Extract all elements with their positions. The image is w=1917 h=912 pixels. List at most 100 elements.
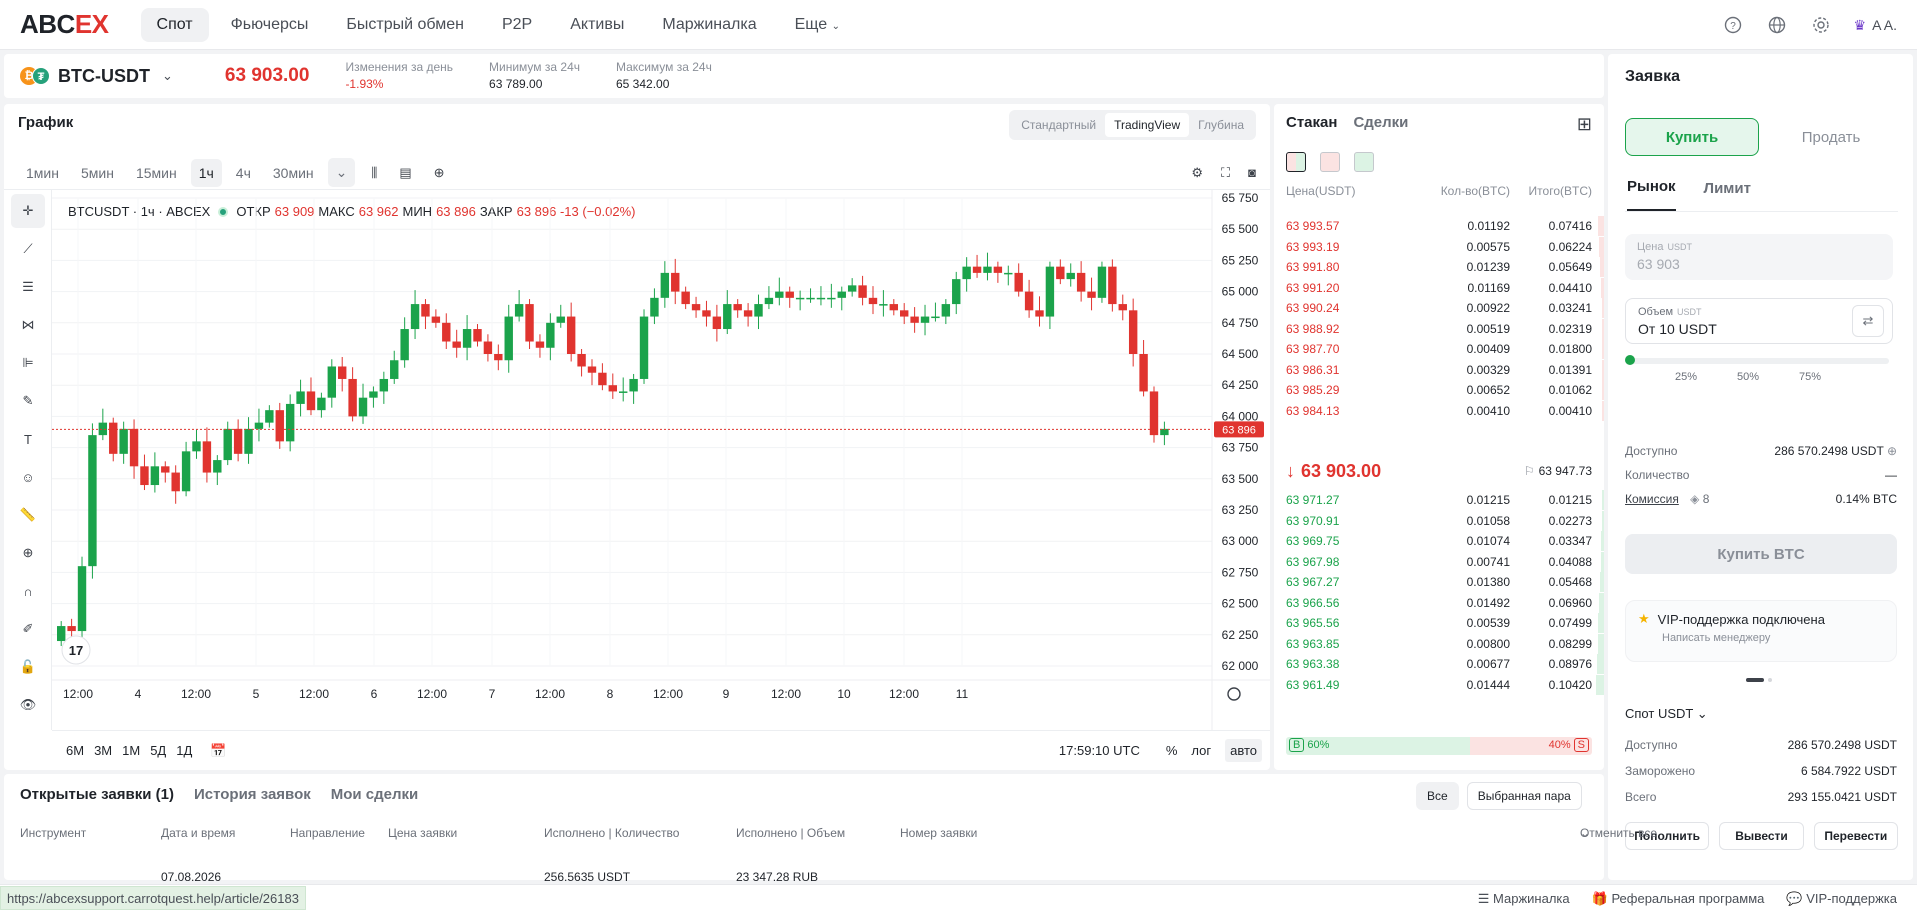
view-asks-icon[interactable] — [1320, 152, 1340, 172]
view-both-icon[interactable] — [1286, 152, 1306, 172]
lock-drawing-icon[interactable]: ✐ — [11, 612, 45, 646]
range-6m[interactable]: 6M — [66, 743, 84, 758]
ask-row[interactable]: 63 988.92 0.00519 0.02319 — [1286, 318, 1604, 339]
goto-date-icon[interactable]: 📅 — [210, 743, 226, 759]
footer-referral-link[interactable]: 🎁 Реферальная программа — [1592, 891, 1765, 907]
withdraw-button[interactable]: Вывести — [1719, 822, 1804, 850]
ask-row[interactable]: 63 986.31 0.00329 0.01391 — [1286, 359, 1604, 380]
tab-trades[interactable]: Сделки — [1353, 114, 1408, 131]
crosshair-icon[interactable]: ✛ — [11, 194, 45, 228]
help-icon[interactable]: ? — [1722, 14, 1744, 36]
tf-5m[interactable]: 5мин — [73, 159, 122, 187]
percent-toggle[interactable]: % — [1166, 743, 1178, 758]
ask-row[interactable]: 63 991.80 0.01239 0.05649 — [1286, 257, 1604, 277]
filter-all[interactable]: Все — [1416, 782, 1459, 810]
add-circle-icon[interactable]: ⊕ — [1887, 444, 1897, 458]
tab-standard[interactable]: Стандартный — [1012, 113, 1105, 137]
buy-tab[interactable]: Купить — [1625, 118, 1759, 156]
magnet-icon[interactable]: ∩ — [11, 574, 45, 608]
amount-slider[interactable]: 25% 50% 75% — [1625, 354, 1893, 384]
bid-row[interactable]: 63 970.91 0.01058 0.02273 — [1286, 510, 1604, 531]
nav-more[interactable]: Еще ⌄ — [779, 8, 856, 42]
price-chart[interactable]: 65 750 65 500 65 250 65 000 64 750 64 500 64 2… — [52, 190, 1270, 730]
tf-1m[interactable]: 1мин — [18, 159, 67, 187]
zoom-in-icon[interactable]: ⊕ — [11, 536, 45, 570]
carousel-dot-active[interactable] — [1746, 678, 1764, 682]
brush-icon[interactable]: ✎ — [11, 384, 45, 418]
tab-depth[interactable]: Глубина — [1189, 113, 1253, 137]
account-selector[interactable]: Спот USDT ⌄ — [1625, 706, 1708, 722]
swap-units-icon[interactable]: ⇄ — [1852, 305, 1884, 337]
nav-futures[interactable]: Фьючерсы — [215, 8, 325, 42]
brand-logo[interactable]: ABCEX — [20, 9, 109, 40]
user-menu[interactable]: ♛ A A. — [1854, 17, 1897, 34]
candle-type-icon[interactable]: ⫼ — [371, 165, 377, 181]
settings-gear-icon[interactable] — [1810, 14, 1832, 36]
nav-margin[interactable]: Маржиналка — [646, 8, 772, 42]
ask-row[interactable]: 63 985.29 0.00652 0.01062 — [1286, 380, 1604, 400]
nav-p2p[interactable]: P2P — [486, 8, 548, 42]
bid-row[interactable]: 63 963.85 0.00800 0.08299 — [1286, 633, 1604, 654]
lock-icon[interactable]: 🔓 — [11, 650, 45, 684]
auto-toggle[interactable]: авто — [1225, 739, 1262, 762]
utc-clock[interactable]: 17:59:10 UTC — [1059, 743, 1140, 758]
tf-15m[interactable]: 15мин — [128, 159, 185, 187]
bid-row[interactable]: 63 967.27 0.01380 0.05468 — [1286, 572, 1604, 592]
bid-row[interactable]: 63 966.56 0.01492 0.06960 — [1286, 592, 1604, 613]
fee-link[interactable]: Комиссия — [1625, 492, 1679, 506]
vip-card[interactable]: ★ VIP-поддержка подключена Написать менед… — [1625, 600, 1897, 662]
ask-row[interactable]: 63 991.20 0.01169 0.04410 — [1286, 277, 1604, 298]
cancel-all-button[interactable]: Отменить все ⌄ — [1580, 826, 1657, 840]
log-toggle[interactable]: лог — [1191, 743, 1211, 758]
bid-row[interactable]: 63 963.38 0.00677 0.08976 — [1286, 654, 1604, 674]
slider-knob[interactable] — [1625, 355, 1635, 365]
tab-limit[interactable]: Лимит — [1704, 180, 1751, 211]
transfer-button[interactable]: Перевести — [1813, 822, 1898, 850]
chart-settings-icon[interactable]: ⚙ — [1191, 165, 1203, 181]
text-tool-icon[interactable]: T — [11, 422, 45, 456]
carousel-dot[interactable] — [1768, 678, 1772, 682]
fullscreen-icon[interactable]: ⛶ — [1221, 165, 1230, 181]
pair-selector[interactable]: BTC-USDT — [58, 66, 150, 87]
view-bids-icon[interactable] — [1354, 152, 1374, 172]
bid-row[interactable]: 63 965.56 0.00539 0.07499 — [1286, 613, 1604, 633]
add-compare-icon[interactable]: ⊕ — [434, 165, 445, 181]
tf-4h[interactable]: 4ч — [228, 159, 259, 187]
projection-icon[interactable]: ⊫ — [11, 346, 45, 380]
nav-spot[interactable]: Спот — [140, 7, 209, 42]
bid-row[interactable]: 63 961.49 0.01444 0.10420 — [1286, 674, 1604, 695]
ask-row[interactable]: 63 993.57 0.01192 0.07416 — [1286, 216, 1604, 236]
layout-grid-icon[interactable]: ⊞ — [1577, 114, 1592, 135]
tf-30m[interactable]: 30мин — [265, 159, 322, 187]
pattern-icon[interactable]: ⋈ — [11, 308, 45, 342]
bid-row[interactable]: 63 971.27 0.01215 0.01215 — [1286, 490, 1604, 510]
buy-btc-button[interactable]: Купить BTC — [1625, 534, 1897, 574]
ask-row[interactable]: 63 990.24 0.00922 0.03241 — [1286, 298, 1604, 318]
tab-orderbook[interactable]: Стакан — [1286, 114, 1337, 131]
sell-tab[interactable]: Продать — [1764, 118, 1898, 156]
ask-row[interactable]: 63 984.13 0.00410 0.00410 — [1286, 400, 1604, 421]
ruler-icon[interactable]: 📏 — [11, 498, 45, 532]
ask-row[interactable]: 63 987.70 0.00409 0.01800 — [1286, 339, 1604, 359]
timeframe-dropdown-icon[interactable]: ⌄ — [327, 158, 356, 187]
range-1m[interactable]: 1M — [122, 743, 140, 758]
fib-lines-icon[interactable]: ☰ — [11, 270, 45, 304]
footer-margin-link[interactable]: ☰ Маржиналка — [1478, 891, 1570, 907]
tab-order-history[interactable]: История заявок — [194, 786, 311, 803]
tab-tradingview[interactable]: TradingView — [1105, 113, 1190, 137]
eye-icon[interactable]: 👁 — [11, 688, 45, 722]
nav-assets[interactable]: Активы — [554, 8, 640, 42]
filter-selected-pair[interactable]: Выбранная пара — [1466, 782, 1582, 810]
footer-vip-link[interactable]: 💬 VIP-поддержка — [1786, 891, 1897, 907]
chevron-down-icon[interactable]: ⌄ — [162, 68, 173, 84]
bid-row[interactable]: 63 967.98 0.00741 0.04088 — [1286, 551, 1604, 572]
emoji-icon[interactable]: ☺ — [11, 460, 45, 494]
amount-field[interactable]: Объем USDT От 10 USDT ⇄ — [1625, 298, 1893, 344]
range-5d[interactable]: 5Д — [150, 743, 166, 758]
range-3m[interactable]: 3M — [94, 743, 112, 758]
language-globe-icon[interactable] — [1766, 14, 1788, 36]
tab-open-orders[interactable]: Открытые заявки (1) — [20, 786, 174, 803]
indicators-icon[interactable]: ▤ — [399, 165, 411, 181]
tab-my-trades[interactable]: Мои сделки — [331, 786, 419, 803]
ask-row[interactable]: 63 993.19 0.00575 0.06224 — [1286, 236, 1604, 257]
